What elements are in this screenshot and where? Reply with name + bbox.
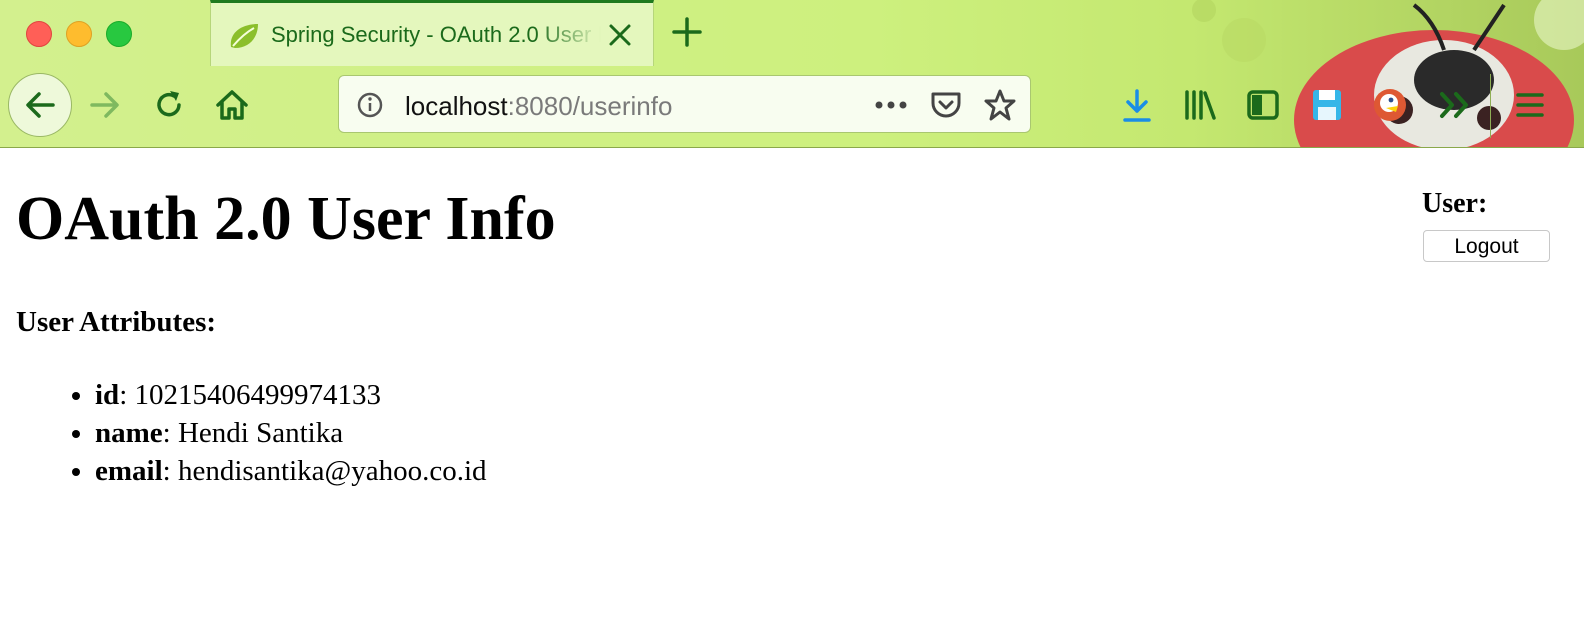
tab-bar: Spring Security - OAuth 2.0 User Info	[0, 0, 1584, 66]
attribute-item-name: name: Hendi Santika	[95, 414, 487, 452]
bookmark-star-icon[interactable]	[983, 88, 1017, 122]
url-text[interactable]: localhost:8080/userinfo	[405, 91, 672, 122]
reload-icon[interactable]	[152, 88, 186, 122]
user-label: User:	[1422, 188, 1488, 219]
toolbar-separator	[1490, 74, 1491, 138]
window-maximize-button[interactable]	[106, 21, 132, 47]
attribute-key: email	[95, 455, 163, 487]
menu-icon[interactable]	[1514, 90, 1546, 120]
url-path: :8080/userinfo	[507, 91, 673, 121]
attributes-list: id: 10215406499974133 name: Hendi Santik…	[0, 376, 487, 490]
attribute-value: : hendisantika@yahoo.co.id	[162, 455, 487, 487]
logout-button[interactable]: Logout	[1423, 230, 1550, 262]
spring-leaf-icon	[230, 24, 258, 48]
pocket-icon[interactable]	[929, 89, 963, 121]
window-minimize-button[interactable]	[66, 21, 92, 47]
info-icon[interactable]	[356, 91, 384, 119]
back-button[interactable]	[8, 73, 72, 137]
downloads-icon[interactable]	[1120, 88, 1154, 124]
sidebar-icon[interactable]	[1246, 88, 1280, 122]
tab-active[interactable]: Spring Security - OAuth 2.0 User Info	[210, 0, 654, 66]
page-title: OAuth 2.0 User Info	[16, 185, 556, 253]
url-host: localhost	[405, 91, 508, 121]
tab-close-icon[interactable]	[607, 22, 633, 48]
back-icon	[26, 92, 55, 118]
url-bar[interactable]: localhost:8080/userinfo	[338, 75, 1031, 133]
forward-icon[interactable]	[88, 88, 122, 122]
attributes-heading: User Attributes:	[16, 306, 217, 338]
library-icon[interactable]	[1182, 88, 1218, 122]
attribute-key: id	[95, 379, 120, 411]
save-icon[interactable]	[1310, 87, 1344, 123]
window-close-button[interactable]	[26, 21, 52, 47]
attribute-item-email: email: hendisantika@yahoo.co.id	[95, 452, 487, 490]
attribute-value: : Hendi Santika	[162, 417, 344, 449]
overflow-icon[interactable]	[1438, 90, 1472, 120]
page-content: OAuth 2.0 User Info User: Logout User At…	[0, 148, 1584, 620]
browser-chrome: Spring Security - OAuth 2.0 User Info lo…	[0, 0, 1584, 148]
attribute-value: : 10215406499974133	[119, 379, 381, 411]
attribute-key: name	[95, 417, 163, 449]
duckduckgo-icon[interactable]	[1372, 86, 1408, 124]
home-icon[interactable]	[214, 87, 250, 123]
tab-title: Spring Security - OAuth 2.0 User Info	[271, 22, 601, 47]
attribute-item-id: id: 10215406499974133	[95, 376, 487, 414]
more-icon[interactable]	[873, 92, 909, 118]
new-tab-icon[interactable]	[670, 15, 704, 49]
navigation-toolbar: localhost:8080/userinfo	[0, 66, 1584, 147]
